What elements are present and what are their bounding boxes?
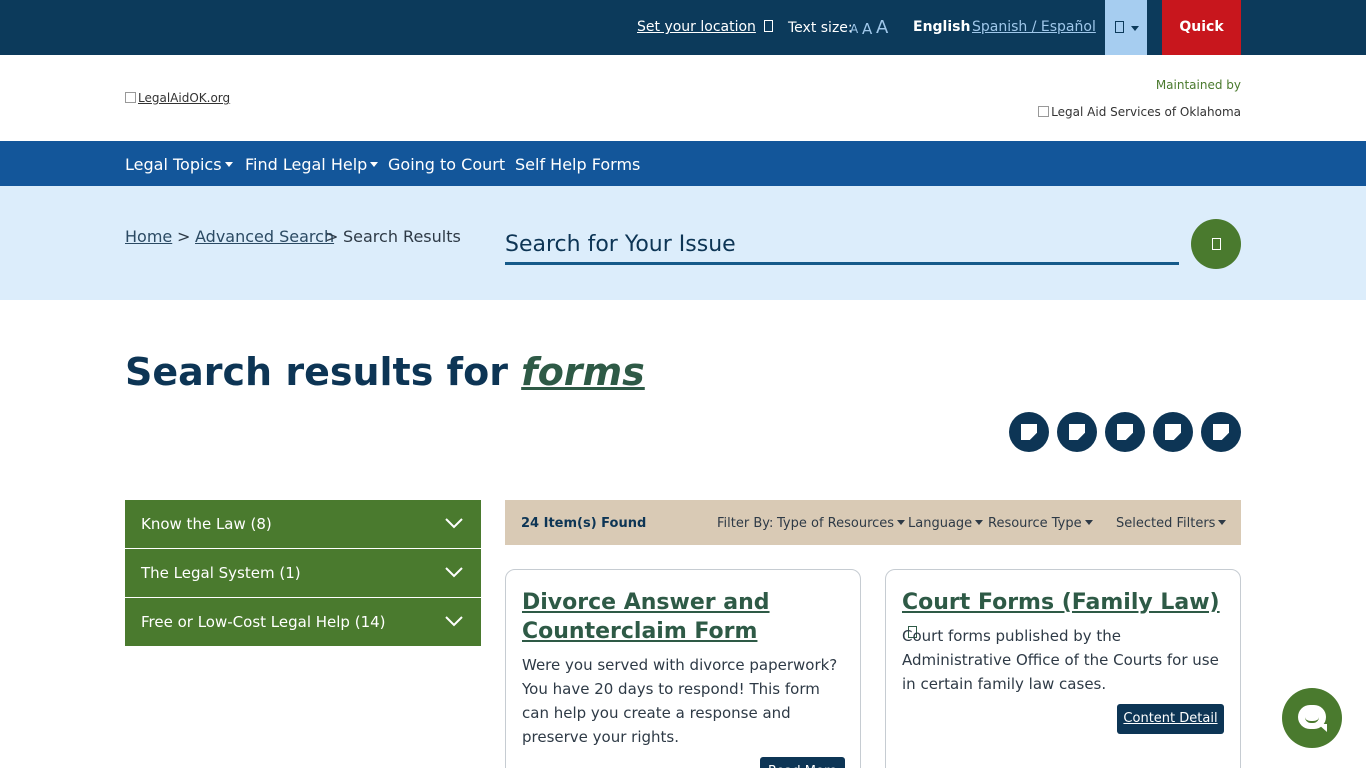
accessibility-icon (1115, 21, 1124, 33)
result-description: Were you served with divorce paperwork? … (522, 656, 838, 746)
chevron-down-icon (224, 162, 233, 167)
site-logo[interactable]: LegalAidOK.org (125, 91, 230, 105)
text-size-large-button[interactable]: A (876, 17, 888, 38)
text-size-small-button[interactable]: A (850, 22, 858, 36)
filter-bar: 24 Item(s) Found Filter By: Type of Reso… (505, 500, 1241, 545)
filter-resource-type-label: Resource Type (988, 516, 1082, 531)
read-more-button[interactable]: Read More (760, 757, 845, 768)
filter-type-of-resources[interactable]: Type of Resources (777, 516, 906, 531)
nav-find-legal-help[interactable]: Find Legal Help (245, 155, 379, 174)
maintained-by-label: Maintained by (1155, 78, 1241, 92)
search-field (505, 226, 1179, 265)
page: Set your location Text size: A A A Engli… (0, 0, 1366, 768)
nav-legal-topics[interactable]: Legal Topics (125, 155, 233, 174)
share-image-icon (1069, 424, 1085, 440)
search-button[interactable] (1191, 219, 1241, 269)
breadcrumb-current: Search Results (343, 227, 461, 246)
chevron-down-icon (445, 616, 463, 627)
search-term: forms (521, 350, 645, 394)
category-know-the-law[interactable]: Know the Law (8) (125, 500, 481, 548)
chevron-down-icon (445, 518, 463, 529)
chevron-down-icon (975, 520, 984, 525)
broken-image-icon (1038, 106, 1050, 117)
chat-bubble-tail (1318, 724, 1327, 732)
result-title-text: Court Forms (Family Law) (902, 590, 1220, 615)
page-title: Search results for forms (125, 350, 645, 394)
category-label: Know the Law (8) (141, 515, 272, 533)
category-label: The Legal System (1) (141, 564, 301, 582)
breadcrumb-separator: > (177, 227, 191, 246)
filter-selected[interactable]: Selected Filters (1116, 516, 1227, 531)
filter-language-label: Language (908, 516, 973, 531)
location-icon (763, 20, 773, 32)
chevron-down-icon (370, 162, 379, 167)
search-input[interactable] (505, 226, 1179, 262)
category-free-low-cost-help[interactable]: Free or Low-Cost Legal Help (14) (125, 598, 481, 646)
share-button-2[interactable] (1057, 412, 1097, 452)
filter-resource-type[interactable]: Resource Type (988, 516, 1093, 531)
share-button-5[interactable] (1201, 412, 1241, 452)
partner-logo[interactable]: Legal Aid Services of Oklahoma (1038, 105, 1241, 119)
search-band: Home > Advanced Search > Search Results (0, 186, 1366, 300)
share-image-icon (1021, 424, 1037, 440)
set-location-label: Set your location (637, 19, 756, 35)
result-title-link[interactable]: Divorce Answer and Counterclaim Form (522, 588, 842, 646)
share-button-4[interactable] (1153, 412, 1193, 452)
share-button-3[interactable] (1105, 412, 1145, 452)
chevron-down-icon (1084, 520, 1093, 525)
filter-selected-label: Selected Filters (1116, 516, 1216, 531)
chevron-down-icon (445, 567, 463, 578)
quick-exit-button[interactable]: Quick Exit (1162, 0, 1241, 90)
nav-self-help-forms[interactable]: Self Help Forms (515, 155, 640, 174)
breadcrumb-separator: > (325, 227, 339, 246)
share-image-icon (1213, 424, 1229, 440)
filter-type-of-resources-label: Type of Resources (777, 516, 895, 531)
search-icon (1212, 238, 1221, 250)
language-english[interactable]: English (913, 19, 970, 35)
nav-legal-topics-label: Legal Topics (125, 155, 222, 174)
chevron-down-icon (897, 520, 906, 525)
accessibility-dropdown[interactable] (1105, 0, 1147, 55)
breadcrumb-home[interactable]: Home (125, 227, 172, 246)
chevron-down-icon (1131, 26, 1139, 31)
category-legal-system[interactable]: The Legal System (1) (125, 549, 481, 597)
share-image-icon (1117, 424, 1133, 440)
category-label: Free or Low-Cost Legal Help (14) (141, 613, 386, 631)
results-count: 24 Item(s) Found (521, 516, 647, 531)
broken-image-icon (125, 92, 136, 103)
set-location-link[interactable]: Set your location (637, 19, 773, 35)
chat-button[interactable] (1282, 688, 1342, 748)
share-image-icon (1165, 424, 1181, 440)
content-detail-button[interactable]: Content Detail (1117, 704, 1224, 734)
partner-logo-alt: Legal Aid Services of Oklahoma (1051, 105, 1241, 119)
share-button-1[interactable] (1009, 412, 1049, 452)
main-navigation: Legal Topics Find Legal Help Going to Co… (0, 141, 1366, 186)
text-size-medium-button[interactable]: A (862, 20, 872, 38)
filter-by-label: Filter By: (717, 516, 774, 531)
text-size-label: Text size: (788, 20, 853, 36)
site-logo-alt: LegalAidOK.org (138, 91, 231, 105)
language-spanish-link[interactable]: Spanish / Español (972, 19, 1096, 35)
result-card: Court Forms (Family Law) Court forms pub… (885, 569, 1241, 768)
breadcrumb-advanced-search[interactable]: Advanced Search (195, 227, 334, 246)
nav-going-to-court[interactable]: Going to Court (388, 155, 505, 174)
page-title-prefix: Search results for (125, 350, 522, 394)
utility-bar: Set your location Text size: A A A Engli… (0, 0, 1366, 90)
result-card: Divorce Answer and Counterclaim Form Wer… (505, 569, 861, 768)
result-description: Court forms published by the Administrat… (902, 627, 1219, 693)
chevron-down-icon (1218, 520, 1227, 525)
filter-language[interactable]: Language (908, 516, 984, 531)
nav-find-legal-help-label: Find Legal Help (245, 155, 368, 174)
